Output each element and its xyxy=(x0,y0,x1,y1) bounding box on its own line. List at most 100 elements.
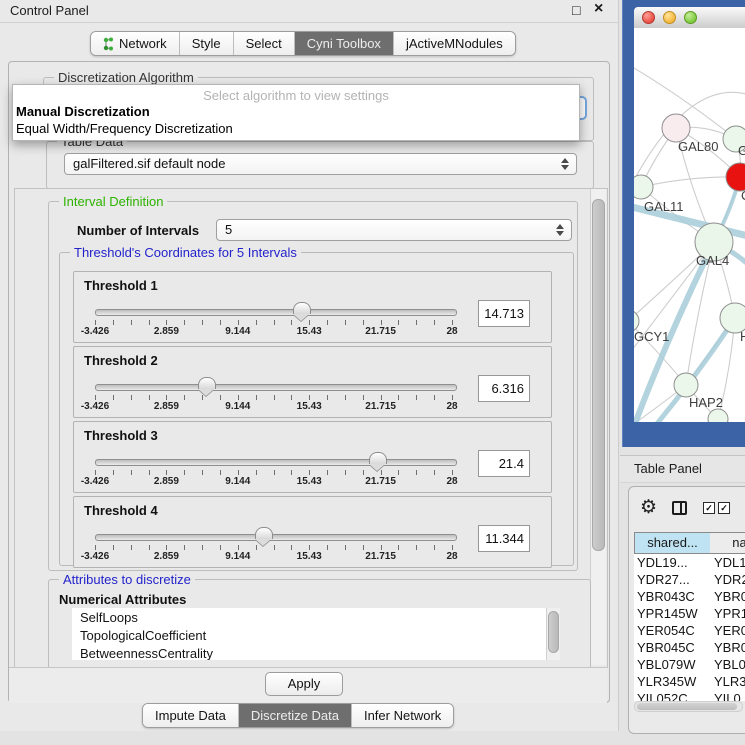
slider-tick xyxy=(131,320,132,325)
table-row[interactable]: YPR145WYPR1 xyxy=(634,606,745,623)
control-panel-titlebar: Control Panel □ × xyxy=(0,0,618,23)
table-body[interactable]: YDL19...YDL1YDR27...YDR2YBR043CYBR0YPR14… xyxy=(634,554,745,701)
slider-tick xyxy=(345,395,346,400)
table-row[interactable]: YER054CYER0 xyxy=(634,623,745,640)
threshold-panel: Threshold 1 14.713 -3.4262.8599.14415.43… xyxy=(73,271,552,343)
slider-tick xyxy=(131,545,132,550)
threshold-value-box[interactable]: 6.316 xyxy=(478,375,530,402)
checkbox-icon[interactable]: ✓ xyxy=(703,502,715,514)
tab-network[interactable]: Network xyxy=(91,32,180,55)
table-hscrollbar-track[interactable] xyxy=(634,701,743,712)
slider-tick xyxy=(202,470,203,475)
split-column-icon[interactable] xyxy=(672,501,687,515)
tab-style[interactable]: Style xyxy=(180,32,234,55)
threshold-slider-track[interactable] xyxy=(95,309,457,316)
slider-tick xyxy=(452,320,453,325)
node-hap2[interactable] xyxy=(674,373,698,397)
slider-tick xyxy=(149,395,150,400)
threshold-slider-track[interactable] xyxy=(95,384,457,391)
network-graph: GAL80GACGAL11GAL4GCY1HHAP2 xyxy=(634,28,745,422)
interval-definition-group-title: Interval Definition xyxy=(59,194,167,209)
close-window-icon[interactable]: × xyxy=(594,0,603,18)
node-bottom-right[interactable] xyxy=(708,409,728,422)
threshold-value-box[interactable]: 21.4 xyxy=(478,450,530,477)
table-cell-name: YLR3 xyxy=(714,674,745,689)
node-gal80[interactable] xyxy=(662,114,690,142)
tab-infer-network[interactable]: Infer Network xyxy=(352,704,453,727)
close-traffic-light-icon[interactable] xyxy=(642,11,655,24)
tab-discretize-data[interactable]: Discretize Data xyxy=(239,704,352,727)
slider-tick xyxy=(274,545,275,550)
slider-tick xyxy=(309,395,310,400)
table-row[interactable]: YBL079WYBL0 xyxy=(634,657,745,674)
zoom-traffic-light-icon[interactable] xyxy=(684,11,697,24)
minimize-traffic-light-icon[interactable] xyxy=(663,11,676,24)
slider-tick xyxy=(202,320,203,325)
algorithm-dropdown-popup: Select algorithm to view settings Manual… xyxy=(12,84,580,141)
slider-tick-label: 2.859 xyxy=(154,401,179,412)
attribute-list-item[interactable]: BetweennessCentrality xyxy=(80,646,213,660)
slider-tick-label: -3.426 xyxy=(81,326,109,337)
slider-tick xyxy=(452,395,453,400)
slider-tick xyxy=(131,470,132,475)
slider-tick-label: 21.715 xyxy=(365,476,396,487)
numerical-attributes-label: Numerical Attributes xyxy=(59,592,186,607)
slider-tick xyxy=(149,320,150,325)
slider-tick xyxy=(95,395,96,400)
threshold-value-box[interactable]: 11.344 xyxy=(478,525,530,552)
threshold-slider-track[interactable] xyxy=(95,459,457,466)
interval-definition-group: Interval Definition Number of Intervals … xyxy=(48,201,578,571)
slider-tick xyxy=(363,470,364,475)
number-of-intervals-combo[interactable]: 5 xyxy=(216,219,572,241)
table-hscrollbar-thumb[interactable] xyxy=(637,703,737,710)
algorithm-popup-item[interactable]: Manual Discretization xyxy=(16,104,576,119)
gear-icon[interactable]: ⚙ xyxy=(640,498,657,517)
table-row[interactable]: YBR045CYBR0 xyxy=(634,640,745,657)
node-red[interactable] xyxy=(726,163,745,191)
table-cell-shared-name: YDL19... xyxy=(637,555,688,570)
slider-tick xyxy=(184,545,185,550)
slider-tick-label: 28 xyxy=(446,401,457,412)
slider-tick xyxy=(327,395,328,400)
threshold-slider-handle[interactable] xyxy=(198,377,216,389)
node-gal11[interactable] xyxy=(634,175,653,199)
attributes-scrollbar-thumb[interactable] xyxy=(548,611,559,653)
slider-tick xyxy=(434,320,435,325)
apply-button[interactable]: Apply xyxy=(265,672,343,696)
tab-cyni-toolbox[interactable]: Cyni Toolbox xyxy=(295,32,394,55)
table-row[interactable]: YDR27...YDR2 xyxy=(634,572,745,589)
table-column-header-name[interactable]: na xyxy=(710,532,745,554)
threshold-slider-track[interactable] xyxy=(95,534,457,541)
slider-tick xyxy=(309,545,310,550)
slider-tick xyxy=(309,320,310,325)
threshold-slider-handle[interactable] xyxy=(255,527,273,539)
table-data-combo[interactable]: galFiltered.sif default node xyxy=(64,153,577,175)
algorithm-popup-item[interactable]: Equal Width/Frequency Discretization xyxy=(16,121,576,136)
attribute-list-item[interactable]: TopologicalCoefficient xyxy=(80,628,206,643)
tab-label: Discretize Data xyxy=(251,704,339,727)
float-window-icon[interactable]: □ xyxy=(572,2,580,18)
table-row[interactable]: YDL19...YDL1 xyxy=(634,555,745,572)
table-row[interactable]: YBR043CYBR0 xyxy=(634,589,745,606)
tab-select[interactable]: Select xyxy=(234,32,295,55)
threshold-slider-handle[interactable] xyxy=(293,302,311,314)
network-canvas[interactable]: GAL80GACGAL11GAL4GCY1HHAP2 xyxy=(634,28,745,422)
threshold-value-box[interactable]: 14.713 xyxy=(478,300,530,327)
threshold-slider-handle[interactable] xyxy=(369,452,387,464)
table-cell-name: YIL0 xyxy=(714,691,741,701)
attribute-list-item[interactable]: SelfLoops xyxy=(80,610,138,625)
vertical-scrollbar-thumb[interactable] xyxy=(592,199,605,551)
tab-jactivemnodules[interactable]: jActiveMNodules xyxy=(394,32,515,55)
slider-tick xyxy=(345,545,346,550)
slider-tick-label: 9.144 xyxy=(225,401,250,412)
table-row[interactable]: YIL052CYIL0 xyxy=(634,691,745,701)
numerical-attributes-list[interactable]: SelfLoops TopologicalCoefficient Betweenne… xyxy=(72,608,559,660)
checkbox-icon[interactable]: ✓ xyxy=(718,502,730,514)
tab-label: Infer Network xyxy=(364,704,441,727)
slider-tick xyxy=(363,320,364,325)
tab-impute-data[interactable]: Impute Data xyxy=(143,704,239,727)
slider-tick xyxy=(256,470,257,475)
table-column-header-shared[interactable]: shared... xyxy=(634,532,711,554)
table-row[interactable]: YLR345WYLR3 xyxy=(634,674,745,691)
slider-tick xyxy=(309,470,310,475)
